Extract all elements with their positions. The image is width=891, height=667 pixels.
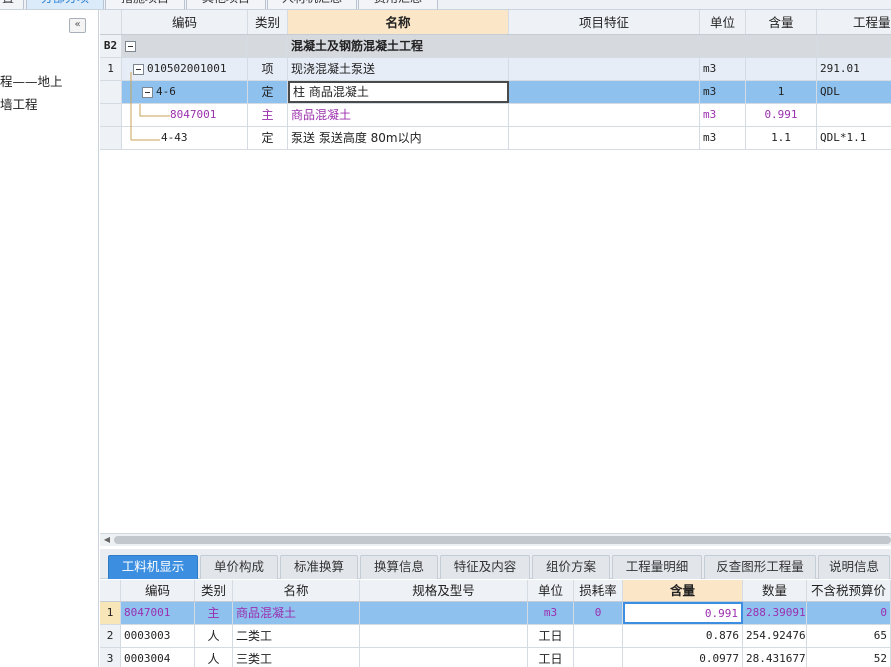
name-cell[interactable]: 二类工 [233, 625, 360, 647]
tab-other-items[interactable]: 其他项目 [186, 0, 266, 9]
tree-item-wall-works[interactable]: 墙工程 [0, 94, 38, 113]
table-row[interactable]: 3 0003004 人 三类工 工日 0.0977 28.431677 52 [100, 648, 891, 667]
tab-features-content[interactable]: 特征及内容 [440, 555, 530, 579]
tab-pricing-scheme[interactable]: 组价方案 [532, 555, 610, 579]
tree-connector-lines [130, 72, 170, 141]
unit-cell[interactable]: 工日 [528, 625, 574, 647]
content-cell[interactable]: 0.0977 [623, 648, 743, 667]
labor-material-grid: 编码 类别 名称 规格及型号 单位 损耗率 含量 数量 不含税预算价 1 804… [100, 580, 891, 667]
unit-cell[interactable]: 工日 [528, 648, 574, 667]
tab-fee-summary[interactable]: 费用汇总 [358, 0, 438, 9]
content-edit-cell[interactable]: 0.991 [623, 602, 743, 624]
amount-cell[interactable]: 28.431677 [743, 648, 807, 667]
tab-unit-price-composition[interactable]: 单价构成 [200, 555, 278, 579]
tab-conversion-info[interactable]: 换算信息 [360, 555, 438, 579]
col-content-header[interactable]: 含量 [623, 580, 743, 601]
tab-settings[interactable]: 置 [0, 0, 24, 9]
loss-rate-cell[interactable] [574, 648, 623, 667]
collapse-panel-button[interactable]: « [69, 18, 86, 33]
loss-rate-cell[interactable]: 0 [574, 602, 623, 624]
tab-quantity-details[interactable]: 工程量明细 [612, 555, 702, 579]
table-row[interactable]: 2 0003003 人 二类工 工日 0.876 254.92476 65 [100, 625, 891, 648]
scrollbar-thumb[interactable] [114, 536, 891, 544]
tab-labor-material-display[interactable]: 工料机显示 [108, 555, 198, 579]
spec-cell[interactable] [360, 648, 528, 667]
type-cell[interactable]: 人 [195, 648, 233, 667]
tab-division-items[interactable]: 分部分项 [26, 0, 104, 9]
amount-cell[interactable]: 254.92476 [743, 625, 807, 647]
scroll-left-icon[interactable]: ◀ [102, 535, 112, 545]
row-label: 3 [100, 648, 121, 667]
loss-rate-cell[interactable] [574, 625, 623, 647]
type-cell[interactable]: 人 [195, 625, 233, 647]
row-number-header [100, 580, 121, 601]
price-cell[interactable]: 52 [807, 648, 891, 667]
col-amount-header[interactable]: 数量 [743, 580, 807, 601]
tab-reverse-graphic-quantity[interactable]: 反查图形工程量 [704, 555, 816, 579]
name-cell[interactable]: 商品混凝土 [233, 602, 360, 624]
row-label: 2 [100, 625, 121, 647]
col-type-header[interactable]: 类别 [195, 580, 233, 601]
detail-tab-bar: 工料机显示 单价构成 标准换算 换算信息 特征及内容 组价方案 工程量明细 反查… [100, 549, 891, 579]
spec-cell[interactable] [360, 602, 528, 624]
horizontal-scrollbar[interactable]: ◀ [100, 533, 891, 546]
grid-empty-area [100, 151, 891, 532]
unit-cell[interactable]: m3 [528, 602, 574, 624]
price-cell[interactable]: 0 [807, 602, 891, 624]
code-cell[interactable]: 0003004 [121, 648, 195, 667]
col-unit-header[interactable]: 单位 [528, 580, 574, 601]
amount-cell[interactable]: 288.39091 [743, 602, 807, 624]
code-cell[interactable]: 0003003 [121, 625, 195, 647]
col-pretax-price-header[interactable]: 不含税预算价 [807, 580, 891, 601]
tree-item-aboveground[interactable]: 程——地上 [0, 71, 63, 90]
price-cell[interactable]: 65 [807, 625, 891, 647]
spec-cell[interactable] [360, 625, 528, 647]
tab-measures[interactable]: 措施项目 [105, 0, 185, 9]
row-label: 1 [100, 602, 121, 624]
left-tree-panel: « 程——地上 墙工程 [0, 10, 99, 667]
col-code-header[interactable]: 编码 [121, 580, 195, 601]
name-cell[interactable]: 三类工 [233, 648, 360, 667]
top-tab-strip: 置 分部分项 措施项目 其他项目 人材机汇总 费用汇总 [0, 0, 891, 10]
col-spec-header[interactable]: 规格及型号 [360, 580, 528, 601]
col-loss-rate-header[interactable]: 损耗率 [574, 580, 623, 601]
tab-labor-material-summary[interactable]: 人材机汇总 [267, 0, 357, 9]
content-cell[interactable]: 0.876 [623, 625, 743, 647]
type-cell[interactable]: 主 [195, 602, 233, 624]
tab-standard-conversion[interactable]: 标准换算 [280, 555, 358, 579]
code-cell[interactable]: 8047001 [121, 602, 195, 624]
grid-header: 编码 类别 名称 规格及型号 单位 损耗率 含量 数量 不含税预算价 [100, 580, 891, 602]
col-name-header[interactable]: 名称 [233, 580, 360, 601]
division-items-grid: 编码 类别 名称 项目特征 单位 含量 工程量 B2 混凝土及钢筋混凝土工程 1… [100, 10, 891, 151]
table-row-selected[interactable]: 1 8047001 主 商品混凝土 m3 0 0.991 288.39091 0 [100, 602, 891, 625]
tab-description-info[interactable]: 说明信息 [818, 555, 890, 579]
